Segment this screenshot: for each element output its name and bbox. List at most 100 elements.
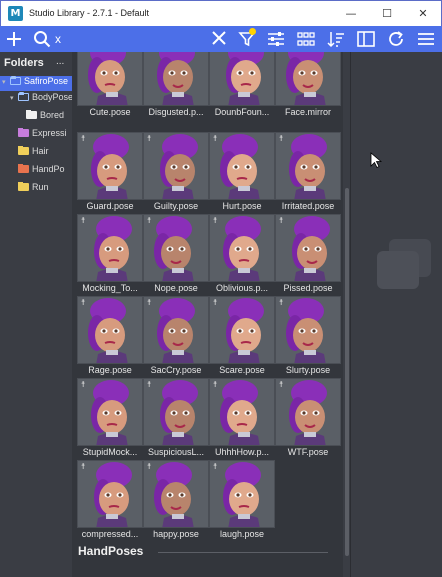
pose-thumbnail: ☨	[77, 132, 143, 200]
refresh-icon[interactable]	[384, 26, 408, 52]
pose-thumbnail: ☨	[143, 132, 209, 200]
pose-item[interactable]: ☨ Nope.pose	[143, 214, 209, 294]
folder-item[interactable]: HandPo	[0, 164, 72, 179]
folders-panel: Folders ... ▾ SafiroPose ▾ BodyPose Bored Exp…	[0, 52, 72, 577]
expand-arrow-icon[interactable]: ▾	[10, 94, 18, 102]
pose-item[interactable]: ☨ Mocking_To...	[77, 214, 143, 294]
pose-person-icon: ☨	[213, 134, 218, 143]
pose-item[interactable]: ☨ SuspiciousL...	[143, 378, 209, 458]
pose-thumbnail: ☨	[77, 214, 143, 282]
folder-item[interactable]: ▾ SafiroPose	[0, 76, 72, 91]
clear-icon[interactable]	[208, 26, 230, 52]
folder-icon	[18, 92, 29, 101]
pose-thumbnail: ☨	[275, 214, 341, 282]
search-input[interactable]: x	[55, 32, 61, 46]
pose-item[interactable]: ☨ WTF.pose	[275, 378, 341, 458]
pose-item[interactable]: ☨ StupidMock...	[77, 378, 143, 458]
pose-person-icon: ☨	[81, 380, 86, 389]
pose-label: Cute.pose	[89, 107, 131, 117]
folder-item[interactable]: Run	[0, 182, 72, 197]
settings-sliders-icon[interactable]	[264, 26, 288, 52]
pose-item[interactable]: ☨ Scare.pose	[209, 296, 275, 376]
pose-label: Scare.pose	[219, 365, 265, 375]
pose-item[interactable]: ☨ Guilty.pose	[143, 132, 209, 212]
pose-label: UhhhHow.p...	[214, 447, 270, 457]
pose-person-icon: ☨	[279, 298, 284, 307]
pose-item[interactable]: ☨ Hurt.pose	[209, 132, 275, 212]
pose-label: Guilty.pose	[153, 201, 199, 211]
pose-item[interactable]: ☨ Slurty.pose	[275, 296, 341, 376]
pose-thumbnail: ☨	[77, 52, 143, 106]
pose-thumbnail: ☨	[209, 378, 275, 446]
pose-thumbnail: ☨	[143, 52, 209, 106]
window-title: Studio Library - 2.7.1 - Default	[29, 8, 150, 18]
pose-item[interactable]: ☨ UhhhHow.p...	[209, 378, 275, 458]
pose-person-icon: ☨	[213, 380, 218, 389]
menu-icon[interactable]	[414, 26, 438, 52]
grid-scrollbar[interactable]	[343, 52, 350, 577]
folder-item[interactable]: ▾ BodyPose	[0, 92, 72, 107]
pose-person-icon: ☨	[213, 298, 218, 307]
folder-item[interactable]: Hair	[0, 146, 72, 161]
folders-menu-button[interactable]: ...	[56, 56, 64, 67]
pose-thumbnail: ☨	[209, 296, 275, 364]
folder-item[interactable]: Expressi	[0, 128, 72, 143]
pose-item[interactable]: ☨ Rage.pose	[77, 296, 143, 376]
pose-person-icon: ☨	[213, 216, 218, 225]
pose-person-icon: ☨	[81, 298, 86, 307]
pose-label: SacCry.pose	[150, 365, 202, 375]
preview-panel	[351, 52, 442, 577]
pose-person-icon: ☨	[279, 216, 284, 225]
pose-label: Hurt.pose	[222, 201, 262, 211]
pose-label: Slurty.pose	[285, 365, 331, 375]
pose-item[interactable]: ☨Disgusted.p...	[143, 52, 209, 118]
pose-label: Pissed.pose	[283, 283, 333, 293]
pose-person-icon: ☨	[147, 216, 152, 225]
columns-icon[interactable]	[354, 26, 378, 52]
pose-label: compressed...	[81, 529, 139, 539]
folder-icon	[26, 110, 37, 119]
pose-item[interactable]: ⚠Face.mirror	[275, 52, 341, 118]
search-icon[interactable]	[30, 26, 54, 52]
pose-person-icon: ☨	[81, 134, 86, 143]
pose-thumbnail: ☨	[275, 296, 341, 364]
pose-thumbnail: ☨	[275, 378, 341, 446]
folder-icon	[18, 164, 29, 173]
pose-thumbnail: ☨	[143, 378, 209, 446]
pose-thumbnail: ☨	[275, 132, 341, 200]
pose-person-icon: ☨	[81, 462, 86, 471]
pose-item[interactable]: ☨ laugh.pose	[209, 460, 275, 540]
toolbar: x	[0, 26, 442, 52]
pose-label: SuspiciousL...	[147, 447, 205, 457]
sort-icon[interactable]	[324, 26, 348, 52]
scroll-thumb[interactable]	[345, 188, 349, 556]
pose-item[interactable]: ☨DounbFoun...	[209, 52, 275, 118]
pose-thumbnail: ☨	[143, 296, 209, 364]
pose-label: DounbFoun...	[214, 107, 270, 117]
folder-label: SafiroPose	[24, 76, 69, 86]
grid-view-icon[interactable]	[294, 26, 318, 52]
pose-label: Guard.pose	[86, 201, 134, 211]
pose-item[interactable]: ☨Cute.pose	[77, 52, 143, 118]
mouse-cursor-icon	[370, 152, 382, 168]
pose-item[interactable]: ☨ Irritated.pose	[275, 132, 341, 212]
pose-item[interactable]: ☨ Guard.pose	[77, 132, 143, 212]
pose-item[interactable]: ☨ SacCry.pose	[143, 296, 209, 376]
title-bar: M Studio Library - 2.7.1 - Default — ☐ ✕	[0, 0, 442, 26]
pose-item[interactable]: ☨ happy.pose	[143, 460, 209, 540]
pose-thumbnail: ☨	[143, 460, 209, 528]
folder-item[interactable]: Bored	[0, 110, 72, 125]
placeholder-logo-icon	[377, 239, 431, 289]
pose-label: Disgusted.p...	[148, 107, 204, 117]
plus-icon[interactable]	[2, 26, 26, 52]
group-divider	[158, 552, 328, 553]
expand-arrow-icon[interactable]: ▾	[2, 78, 10, 86]
pose-item[interactable]: ☨ Pissed.pose	[275, 214, 341, 294]
app-logo-icon: M	[8, 6, 23, 21]
folder-label: BodyPose	[32, 92, 72, 102]
group-heading: HandPoses	[78, 544, 144, 558]
close-button[interactable]: ✕	[401, 1, 442, 27]
pose-item[interactable]: ☨ compressed...	[77, 460, 143, 540]
pose-item[interactable]: ☨ Oblivious.p...	[209, 214, 275, 294]
pose-label: Irritated.pose	[281, 201, 335, 211]
